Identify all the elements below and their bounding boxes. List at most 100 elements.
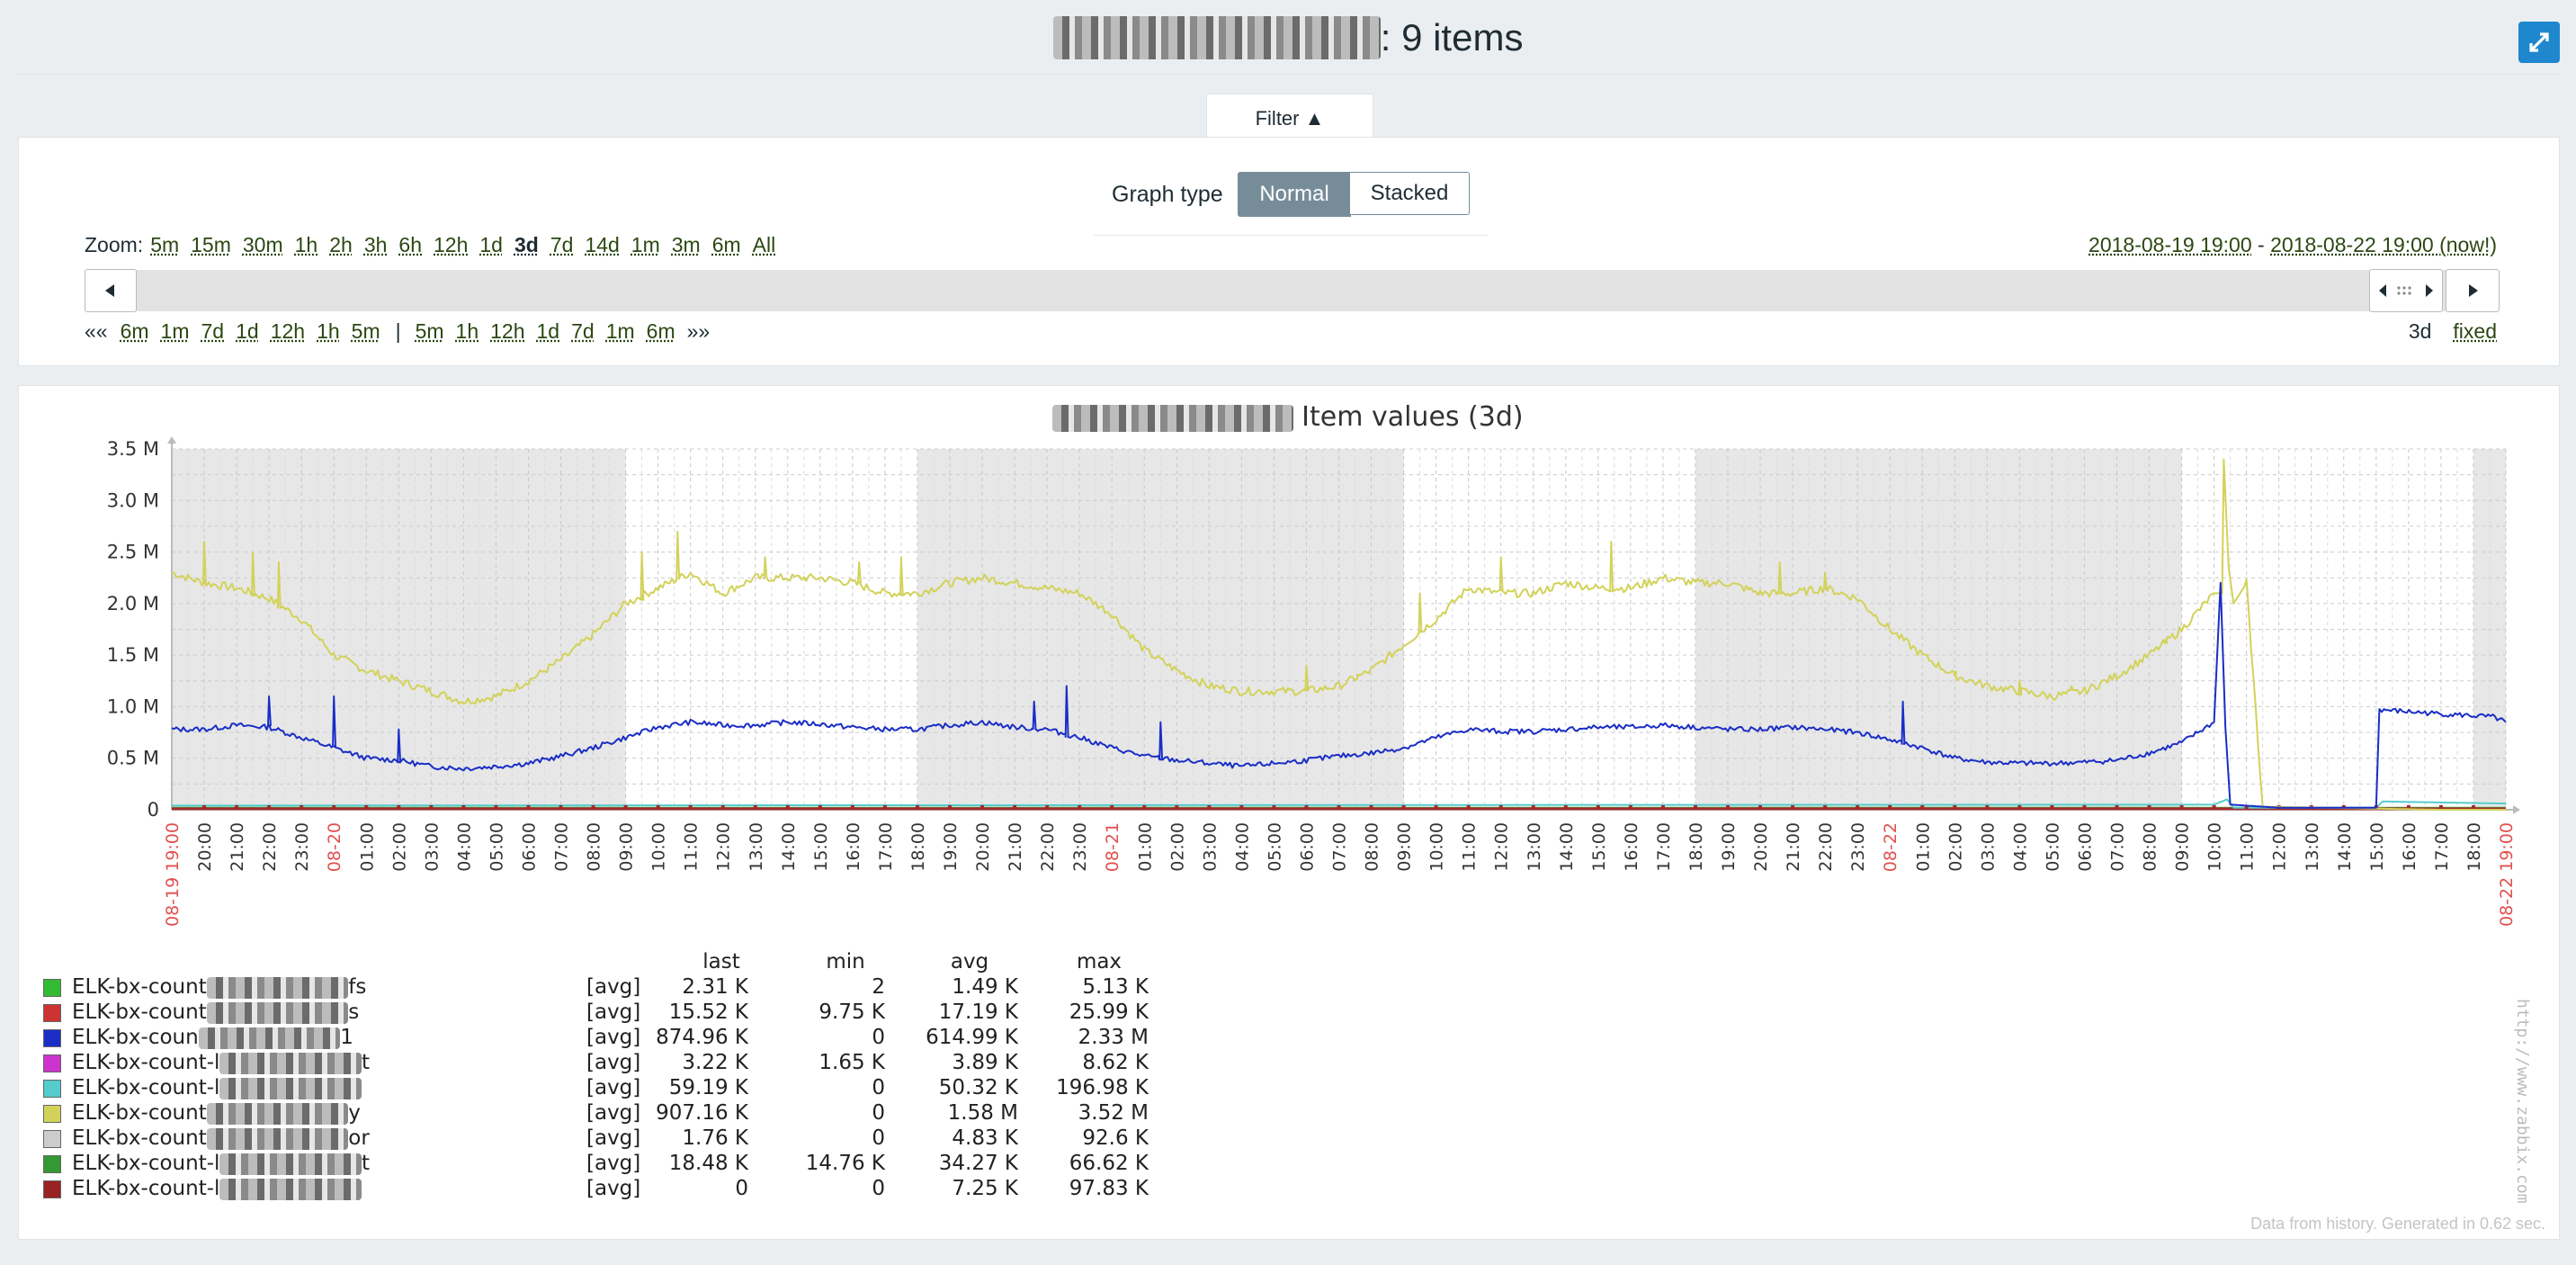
x-tick-label: 03:00 <box>1978 822 1998 872</box>
legend-last: 3.22 K <box>682 1051 748 1074</box>
legend-swatch <box>43 1180 61 1198</box>
x-tick-label: 10:00 <box>649 822 669 872</box>
bottom-marker <box>494 805 498 810</box>
legend-max: 97.83 K <box>1069 1177 1149 1200</box>
legend-max: 92.6 K <box>1082 1126 1149 1150</box>
legend-swatch <box>43 1080 61 1098</box>
x-tick-label: 05:00 <box>487 822 506 872</box>
legend-item-name: ELK-bx-count-lXXXXXXXXXX <box>72 1076 362 1099</box>
x-tick-label: 03:00 <box>422 822 442 872</box>
redacted-item-name: XXXXXXXXXX <box>206 1127 349 1150</box>
x-tick-label: 04:00 <box>1232 822 1252 872</box>
bottom-marker <box>1369 805 1373 810</box>
bottom-marker <box>720 805 725 810</box>
x-tick-label: 16:00 <box>844 822 863 872</box>
bottom-marker <box>882 805 887 810</box>
bottom-marker <box>1078 805 1082 810</box>
bottom-marker <box>1434 805 1438 810</box>
y-tick-label: 0 <box>148 799 159 821</box>
x-tick-label: 09:00 <box>2173 822 2193 872</box>
y-axis-arrow <box>167 436 176 444</box>
x-tick-label: 18:00 <box>908 822 928 872</box>
bottom-marker <box>1531 805 1535 810</box>
legend-avg: 614.99 K <box>926 1026 1018 1049</box>
legend-header-last: last <box>702 950 740 973</box>
bottom-marker <box>656 805 660 810</box>
x-tick-label: 01:00 <box>1135 822 1155 872</box>
legend-max: 25.99 K <box>1069 1000 1149 1024</box>
x-tick-label: 08:00 <box>2141 822 2160 872</box>
x-tick-label: 08:00 <box>1363 822 1382 872</box>
x-tick-label: 14:00 <box>2335 822 2355 872</box>
legend-item-name: ELK-bx-countXXXXXXXXXXfs <box>72 975 367 999</box>
legend-max: 2.33 M <box>1078 1026 1149 1049</box>
x-tick-label: 23:00 <box>1070 822 1090 872</box>
bottom-marker <box>397 805 401 810</box>
legend-func: [avg] <box>586 1101 641 1125</box>
x-tick-label: 21:00 <box>1784 822 1803 872</box>
x-tick-label: 08-20 <box>325 822 344 872</box>
bottom-marker <box>235 805 239 810</box>
redacted-item-name: XXXXXXXXXX <box>219 1178 362 1200</box>
x-tick-label: 17:00 <box>2432 822 2452 872</box>
legend-func: [avg] <box>586 1177 641 1200</box>
legend-row: ELK-bx-counXXXXXXXXXX1 [avg] 874.96 K 0 614.… <box>43 1026 1167 1051</box>
x-tick-label: 13:00 <box>2303 822 2322 872</box>
x-tick-label: 06:00 <box>2075 822 2095 872</box>
x-tick-label: 20:00 <box>973 822 993 872</box>
generation-footer: Data from history. Generated in 0.62 sec… <box>2250 1215 2545 1233</box>
zabbix-url-watermark: http://www.zabbix.com <box>2513 999 2532 1204</box>
legend-avg: 34.27 K <box>938 1152 1018 1175</box>
x-tick-label: 15:00 <box>2367 822 2387 872</box>
y-tick-label: 2.0 M <box>107 593 159 615</box>
x-tick-label: 14:00 <box>1557 822 1577 872</box>
legend-item-name: ELK-bx-counXXXXXXXXXX1 <box>72 1026 353 1049</box>
bottom-marker <box>429 805 434 810</box>
x-tick-label: 18:00 <box>1686 822 1706 872</box>
x-axis-arrow <box>2513 805 2520 814</box>
x-tick-label: 14:00 <box>779 822 799 872</box>
x-tick-label: 04:00 <box>454 822 474 872</box>
x-tick-label: 15:00 <box>811 822 831 872</box>
legend-func: [avg] <box>586 1026 641 1049</box>
x-tick-label: 13:00 <box>747 822 766 872</box>
redacted-item-name: XXXXXXXXXX <box>219 1077 362 1099</box>
x-tick-label: 02:00 <box>389 822 409 872</box>
redacted-item-name: XXXXXXXXXX <box>206 976 349 999</box>
redacted-item-name: XXXXXXXXXX <box>219 1052 362 1074</box>
x-tick-label: 08-21 <box>1103 822 1123 872</box>
bottom-marker <box>1953 805 1957 810</box>
bottom-marker <box>980 805 985 810</box>
x-tick-label: 08-22 19:00 <box>2497 822 2517 927</box>
legend-row: ELK-bx-count-lXXXXXXXXXX [avg] 0 0 7.25 K 97.… <box>43 1177 1167 1202</box>
bottom-marker <box>461 805 466 810</box>
legend-last: 1.76 K <box>682 1126 748 1150</box>
bottom-marker <box>2017 805 2022 810</box>
legend-swatch <box>43 1155 61 1173</box>
legend-last: 907.16 K <box>656 1101 748 1125</box>
bottom-marker <box>2115 805 2119 810</box>
bottom-marker <box>1207 805 1212 810</box>
bottom-marker <box>1175 805 1179 810</box>
legend-last: 2.31 K <box>682 975 748 999</box>
bottom-marker <box>1758 805 1763 810</box>
x-tick-label: 20:00 <box>195 822 215 872</box>
legend-max: 5.13 K <box>1082 975 1149 999</box>
bottom-marker <box>1142 805 1147 810</box>
legend-row: ELK-bx-count-lXXXXXXXXXXt [avg] 18.48 K 14.… <box>43 1152 1167 1177</box>
legend-max: 196.98 K <box>1056 1076 1149 1099</box>
bottom-marker <box>1013 805 1017 810</box>
legend-min: 2 <box>872 975 885 999</box>
legend-swatch <box>43 1130 61 1148</box>
legend-avg: 3.89 K <box>952 1051 1018 1074</box>
bottom-marker <box>1110 805 1114 810</box>
bottom-marker <box>2212 805 2216 810</box>
bottom-marker <box>1628 805 1632 810</box>
bottom-marker <box>1791 805 1795 810</box>
x-tick-label: 08:00 <box>585 822 604 872</box>
x-tick-label: 04:00 <box>2010 822 2030 872</box>
x-tick-label: 19:00 <box>1719 822 1739 872</box>
legend-swatch <box>43 1105 61 1123</box>
legend-item-name: ELK-bx-count-lXXXXXXXXXX <box>72 1177 362 1200</box>
bottom-marker <box>1272 805 1276 810</box>
